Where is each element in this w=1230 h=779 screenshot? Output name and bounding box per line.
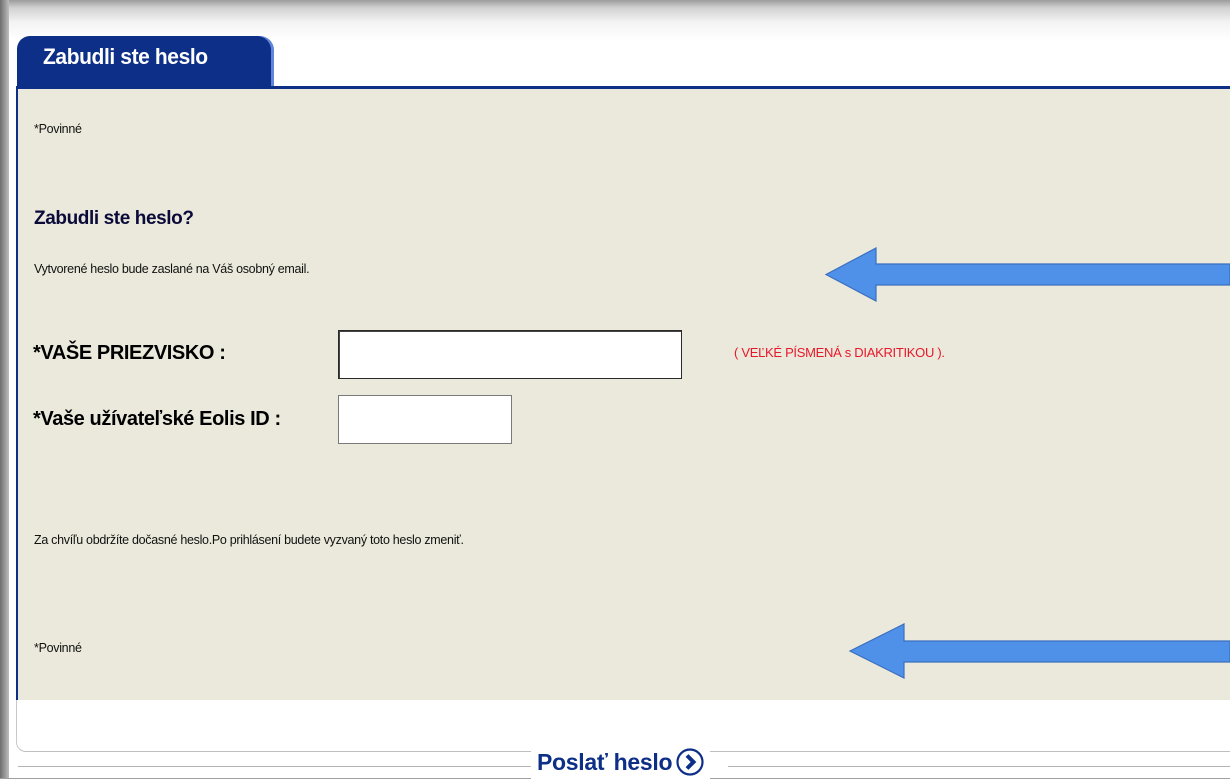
chevron-right-circle-icon [676, 748, 704, 776]
surname-hint: ( VEĽKÉ PÍSMENÁ s DIAKRITIKOU ). [734, 345, 945, 360]
footer-divider-right [728, 766, 1230, 767]
form-panel [16, 86, 1230, 700]
send-password-button[interactable]: Poslať heslo [531, 745, 711, 779]
eolis-id-label: *Vaše užívateľské Eolis ID : [33, 408, 281, 430]
form-heading: Zabudli ste heslo? [34, 208, 194, 229]
required-note-bottom: *Povinné [34, 641, 82, 655]
footer-divider-left [18, 766, 534, 767]
intro-text: Vytvorené heslo bude zaslané na Váš osob… [34, 262, 310, 276]
surname-label: *VAŠE PRIEZVISKO : [33, 342, 226, 364]
info-text: Za chvíľu obdržíte dočasné heslo.Po prih… [34, 533, 464, 547]
eolis-id-input[interactable] [338, 395, 512, 444]
surname-input[interactable] [338, 330, 682, 379]
left-arrow-icon [824, 247, 1230, 302]
required-note-top: *Povinné [34, 122, 82, 136]
tab-title: Zabudli ste heslo [43, 45, 208, 70]
left-arrow-icon [848, 623, 1230, 679]
window-edge [0, 0, 9, 778]
send-password-label: Poslať heslo [537, 748, 673, 775]
